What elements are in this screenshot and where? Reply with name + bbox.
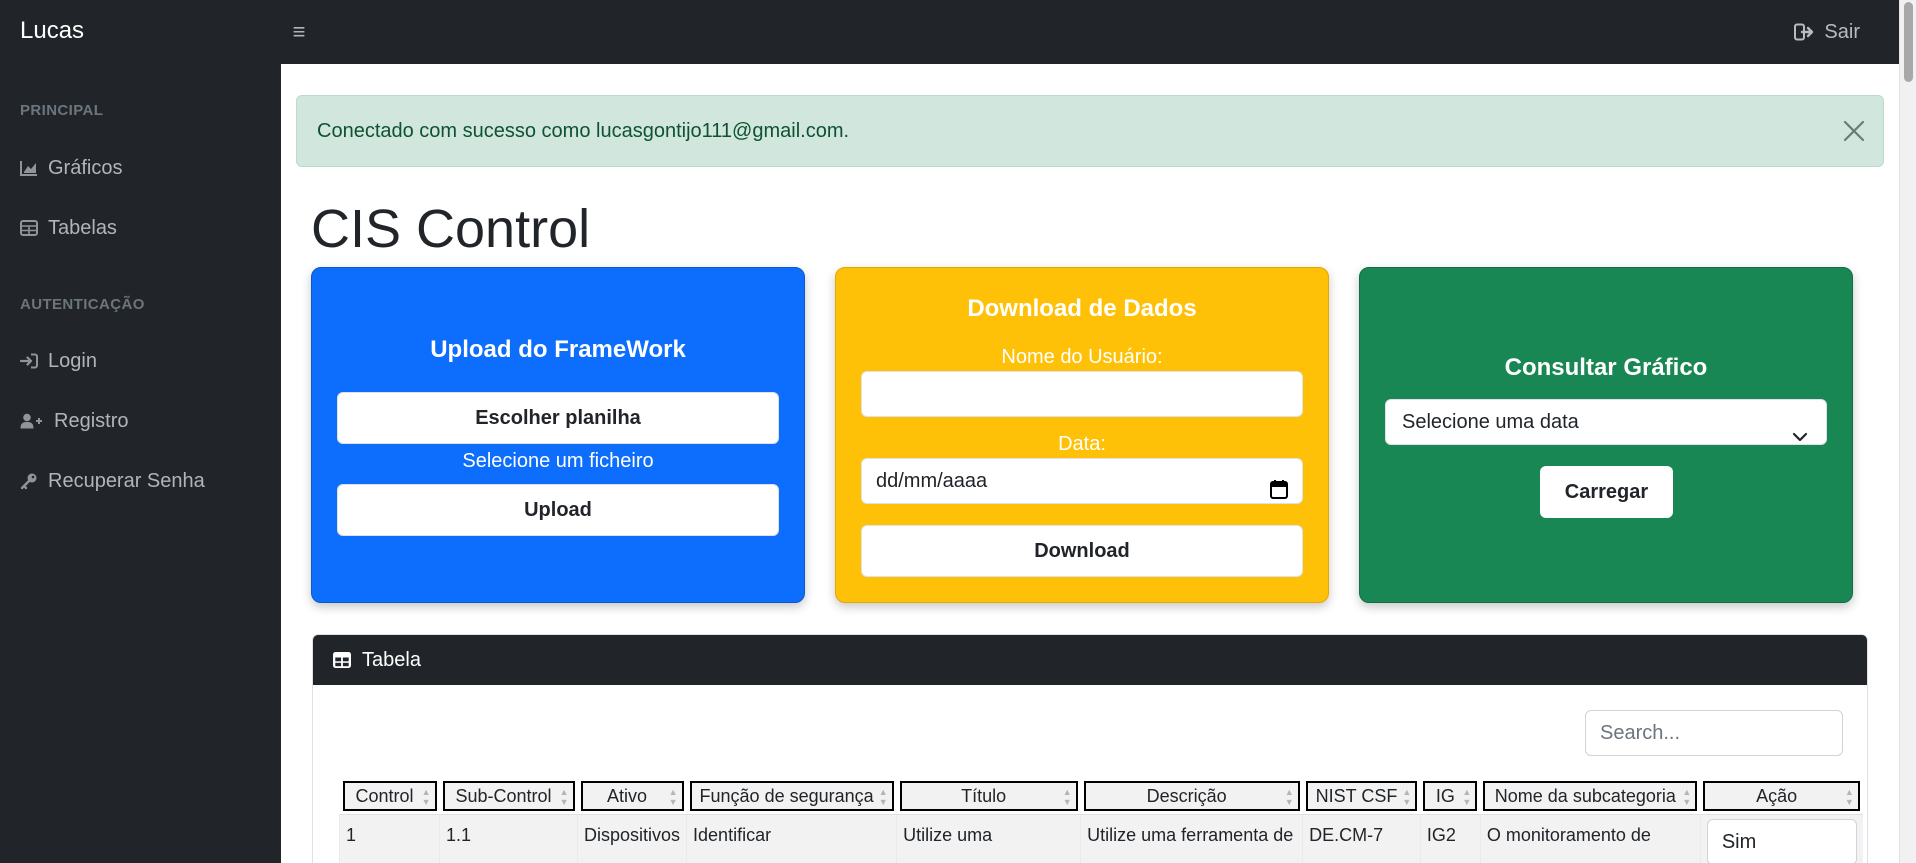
sidebar-item-login[interactable]: Login (20, 341, 97, 381)
sort-icon: ▲ ▼ (1682, 787, 1692, 807)
sidebar-item-tabelas[interactable]: Tabelas (20, 208, 117, 248)
chevron-down-icon (1792, 415, 1808, 459)
upload-button[interactable]: Upload (337, 484, 779, 536)
username-input[interactable] (861, 371, 1303, 417)
column-header[interactable]: IG ▲ ▼ (1420, 778, 1480, 815)
column-header[interactable]: NIST CSF ▲ ▼ (1303, 778, 1421, 815)
table-row: 1 1.1 Dispositivos Identificar Utilize u… (339, 814, 1863, 863)
chart-card: Consultar Gráfico Selecione uma data Car… (1359, 267, 1853, 603)
sort-icon: ▲ ▼ (559, 787, 569, 807)
file-status-text: Selecione um ficheiro (462, 450, 654, 472)
sidebar-heading-autenticacao: AUTENTICAÇÃO (20, 296, 145, 313)
column-label: Control (355, 785, 414, 806)
column-label: Nome da subcategoria (1494, 785, 1676, 806)
alert-message: Conectado com sucesso como lucasgontijo1… (317, 120, 850, 142)
sidebar-item-label: Tabelas (48, 216, 117, 239)
column-label: Título (961, 785, 1007, 806)
column-header[interactable]: Função de segurança ▲ ▼ (687, 778, 897, 815)
sort-icon: ▲ ▼ (878, 787, 888, 807)
username-label: Nome do Usuário: (1001, 346, 1163, 368)
chart-card-title: Consultar Gráfico (1504, 354, 1708, 381)
column-label: Função de segurança (699, 785, 874, 806)
table-cell: 1 (339, 814, 440, 863)
top-navbar: Lucas ≡ Sair (0, 0, 1916, 64)
search-input[interactable]: Search... (1585, 710, 1843, 756)
column-header[interactable]: Ativo ▲ ▼ (578, 778, 687, 815)
download-card-title: Download de Dados (967, 295, 1197, 322)
user-plus-icon (20, 412, 44, 430)
sidebar-item-label: Registro (54, 409, 129, 432)
column-label: Ativo (607, 785, 648, 806)
table-card: Tabela Search... Control ▲ ▼ Sub-Control ▲ ▼… (312, 634, 1868, 863)
date-input[interactable]: dd/mm/aaaa (861, 458, 1303, 504)
column-header[interactable]: Título ▲ ▼ (897, 778, 1081, 815)
table-card-title: Tabela (362, 648, 421, 671)
column-label: NIST CSF (1315, 785, 1398, 806)
page-scrollbar[interactable] (1899, 0, 1916, 863)
download-button[interactable]: Download (861, 525, 1303, 577)
table-cell: Dispositivos (576, 814, 687, 863)
logout-label: Sair (1824, 21, 1860, 43)
table-card-header: Tabela (313, 635, 1867, 685)
sort-icon: ▲ ▼ (1402, 787, 1412, 807)
page-title: CIS Control (311, 199, 591, 259)
column-header[interactable]: Sub-Control ▲ ▼ (440, 778, 578, 815)
action-select[interactable]: Sim (1706, 819, 1857, 863)
sidebar-item-label: Login (48, 349, 97, 372)
table-cell: DE.CM-7 (1302, 814, 1421, 863)
table-icon (20, 219, 38, 237)
date-placeholder: dd/mm/aaaa (876, 470, 988, 492)
sort-icon: ▲ ▼ (1062, 787, 1072, 807)
sign-in-icon (20, 352, 38, 370)
sort-icon: ▲ ▼ (1284, 787, 1294, 807)
date-select-value: Selecione uma data (1402, 411, 1579, 433)
sidebar-toggle-icon[interactable]: ≡ (289, 19, 309, 45)
column-label: Descrição (1146, 785, 1227, 806)
table-cell: IG2 (1419, 814, 1481, 863)
sidebar-item-label: Gráficos (48, 156, 123, 179)
sidebar-item-graficos[interactable]: Gráficos (20, 148, 122, 188)
sort-icon: ▲ ▼ (1462, 787, 1472, 807)
date-label: Data: (1058, 433, 1106, 455)
table-cell: Identificar (686, 814, 897, 863)
column-header[interactable]: Control ▲ ▼ (340, 778, 440, 815)
data-table: Control ▲ ▼ Sub-Control ▲ ▼ Ativo ▲ ▼ Função d… (339, 778, 1863, 863)
sign-out-icon (1794, 23, 1814, 41)
upload-card-title: Upload do FrameWork (430, 336, 686, 363)
sidebar-item-registro[interactable]: Registro (20, 401, 128, 441)
column-label: Ação (1756, 785, 1798, 806)
download-card: Download de Dados Nome do Usuário: Data:… (835, 267, 1329, 603)
column-label: IG (1435, 785, 1455, 806)
sidebar-heading-principal: PRINCIPAL (20, 102, 104, 119)
chart-area-icon (20, 159, 38, 177)
sort-icon: ▲ ▼ (1844, 787, 1854, 807)
load-button[interactable]: Carregar (1540, 466, 1673, 518)
column-header[interactable]: Ação ▲ ▼ (1700, 778, 1863, 815)
column-header[interactable]: Descrição ▲ ▼ (1081, 778, 1303, 815)
table-icon (333, 652, 351, 668)
brand-logo[interactable]: Lucas (20, 0, 84, 64)
column-label: Sub-Control (455, 785, 552, 806)
table-cell: O monitoramento de (1479, 814, 1701, 863)
table-cell: Sim (1699, 814, 1863, 863)
table-cell: Utilize uma (896, 814, 1081, 863)
table-cell: Utilize uma ferramenta de (1080, 814, 1303, 863)
upload-card: Upload do FrameWork Escolher planilha Se… (311, 267, 805, 603)
key-icon (20, 472, 38, 490)
success-alert: Conectado com sucesso como lucasgontijo1… (296, 95, 1884, 167)
sort-icon: ▲ ▼ (668, 787, 678, 807)
date-select[interactable]: Selecione uma data (1385, 399, 1827, 445)
close-icon[interactable] (1841, 118, 1867, 144)
scrollbar-thumb[interactable] (1904, 2, 1913, 82)
sidebar-item-recuperar-senha[interactable]: Recuperar Senha (20, 461, 205, 501)
choose-file-button[interactable]: Escolher planilha (337, 392, 779, 444)
sort-icon: ▲ ▼ (421, 787, 431, 807)
logout-button[interactable]: Sair (1794, 0, 1860, 64)
table-header-row: Control ▲ ▼ Sub-Control ▲ ▼ Ativo ▲ ▼ Função d… (340, 778, 1863, 815)
column-header[interactable]: Nome da subcategoria ▲ ▼ (1480, 778, 1700, 815)
table-cell: 1.1 (439, 814, 578, 863)
sidebar: PRINCIPAL Gráficos Tabelas AUTENTICAÇÃO … (0, 64, 281, 863)
sidebar-item-label: Recuperar Senha (48, 469, 205, 492)
calendar-icon[interactable] (1270, 471, 1288, 515)
